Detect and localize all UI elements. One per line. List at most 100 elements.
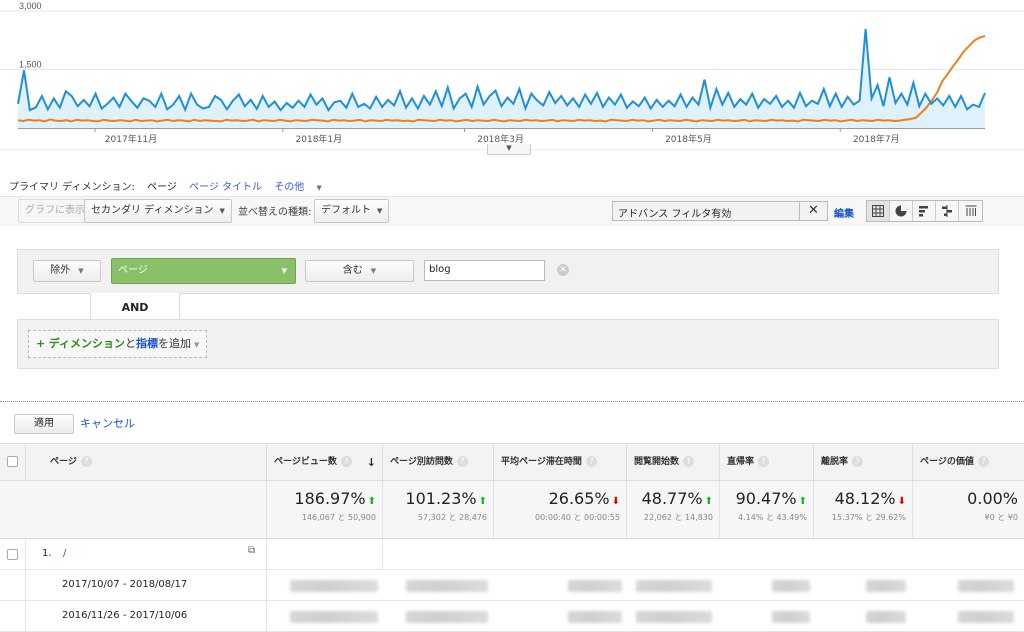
total-sub: 4.14% と 43.49% [737, 513, 807, 522]
table-row: 2016/11/26 - 2017/10/06 [0, 601, 1024, 632]
total-bounce-rate: 90.47% ⬆ 4.14% と 43.49% [720, 481, 814, 539]
header-page[interactable]: ページ? [26, 444, 267, 481]
total-sub: 146,067 と 50,900 [301, 513, 376, 522]
header-exit-rate[interactable]: 離脱率? [814, 444, 913, 481]
total-sub: 00:00:40 と 00:00:55 [535, 513, 620, 522]
blurred-value [636, 611, 712, 623]
apply-button[interactable]: 適用 [14, 414, 74, 434]
add-and-text: と [124, 337, 136, 350]
filter-dimension-select[interactable]: ページ ▼ [111, 258, 296, 284]
add-metric-text: 指標 [135, 337, 158, 350]
header-pageviews-label: ページビュー数 [274, 457, 337, 467]
total-sub: ¥0 と ¥0 [984, 513, 1018, 522]
primary-dimension-bar: プライマリ ディメンション: ページ ページ タイトル その他 ▼ [9, 178, 340, 193]
header-checkbox-cell [0, 444, 26, 481]
help-icon[interactable]: ? [758, 456, 770, 467]
total-sub: 15.37% と 29.62% [831, 513, 906, 522]
header-unique-pageviews[interactable]: ページ別訪問数? [383, 444, 494, 481]
x-tick-label: 2017年11月 [105, 133, 157, 145]
x-tick-label: 2018年7月 [853, 133, 900, 145]
table-view-icon[interactable] [867, 201, 890, 221]
blurred-value [958, 611, 1014, 623]
down-arrow-icon: ⬇ [897, 496, 906, 507]
current-series-area [18, 28, 985, 128]
pie-chart-icon[interactable] [890, 201, 913, 221]
filter-dimension-label: ページ [118, 265, 148, 276]
row-divider [0, 601, 267, 632]
secondary-dimension-select[interactable]: セカンダリ ディメンション ▼ [84, 199, 232, 223]
header-avg-time[interactable]: 平均ページ滞在時間? [494, 444, 627, 481]
secondary-dimension-label: セカンダリ ディメンション [91, 205, 214, 216]
primary-dimension-other-label: その他 [274, 182, 305, 193]
add-dimension-text: ディメンション [48, 337, 125, 350]
blurred-value [636, 580, 712, 592]
help-icon[interactable]: ? [340, 456, 352, 467]
header-exit-rate-label: 離脱率 [821, 457, 849, 467]
row-divider [0, 570, 267, 601]
total-sub: 22,062 と 14,830 [643, 513, 713, 522]
chevron-down-icon: ▼ [370, 267, 377, 275]
chevron-down-icon: ▼ [193, 341, 200, 349]
header-page-value[interactable]: ページの価値? [913, 444, 1024, 481]
plot-rows-button[interactable]: グラフに表示 [18, 199, 92, 223]
filter-value-input[interactable]: blog [424, 260, 545, 281]
filter-mode-select[interactable]: 除外 ▼ [33, 260, 101, 282]
up-arrow-icon: ⬆ [798, 496, 807, 507]
total-unique-pageviews: 101.23% ⬆ 57,302 と 28,476 [383, 481, 494, 539]
primary-dimension-other[interactable]: その他 ▼ [274, 182, 331, 193]
x-tick-label: 2018年5月 [665, 133, 712, 145]
sort-type-select[interactable]: デフォルト ▼ [314, 199, 390, 223]
help-icon[interactable]: ? [585, 456, 597, 467]
timeline-chart: 3,0001,5002017年11月 2018年1月 2018年3月 2018年5月 2… [0, 1, 1024, 150]
total-pct: 48.77% [641, 489, 703, 508]
remove-condition-icon[interactable]: ✕ [557, 264, 569, 276]
help-icon[interactable]: ? [456, 456, 468, 467]
table-row: 1. / ⧉ [0, 539, 1024, 570]
totals-row: 186.97% ⬆ 146,067 と 50,900 101.23% ⬆ 57,302 … [0, 481, 1024, 539]
blurred-value [406, 580, 488, 592]
total-pageviews: 186.97% ⬆ 146,067 と 50,900 [267, 481, 383, 539]
bar-view-icon[interactable] [913, 201, 936, 221]
header-pageviews[interactable]: ページビュー数? ↓ [267, 444, 383, 481]
blurred-value [866, 580, 906, 592]
primary-dimension-page[interactable]: ページ [147, 182, 177, 193]
up-arrow-icon: ⬆ [704, 496, 713, 507]
totals-label-cell [0, 481, 267, 539]
help-icon[interactable]: ? [977, 456, 989, 467]
total-page-value: 0.00% ¥0 と ¥0 [913, 481, 1024, 539]
view-switcher [866, 200, 983, 222]
chevron-down-icon: ▼ [281, 267, 287, 275]
edit-filter-link[interactable]: 編集 [834, 205, 854, 220]
total-pct: 26.65% [548, 489, 610, 508]
divider [0, 401, 1024, 402]
y-tick-label: 1,500 [19, 60, 42, 70]
x-tick-label: 2018年1月 [296, 133, 343, 145]
total-exit-rate: 48.12% ⬇ 15.37% と 29.62% [814, 481, 913, 539]
blurred-value [866, 611, 906, 623]
help-icon[interactable]: ? [80, 456, 92, 467]
help-icon[interactable]: ? [852, 456, 864, 467]
filter-operator-select[interactable]: 含む ▼ [305, 260, 414, 282]
header-bounce-rate-label: 直帰率 [727, 457, 755, 467]
chart-collapse-handle[interactable]: ▼ [487, 144, 531, 155]
pivot-view-icon[interactable] [959, 201, 982, 221]
blurred-value [568, 611, 622, 623]
cancel-link[interactable]: キャンセル [80, 415, 135, 431]
close-icon[interactable]: ✕ [800, 201, 828, 221]
add-dimension-metric-button[interactable]: + ディメンションと指標を追加 ▼ [28, 330, 208, 358]
row-divider [0, 539, 383, 570]
blurred-value [406, 611, 488, 623]
total-pct: 48.12% [834, 489, 896, 508]
sort-type-value: デフォルト [321, 205, 371, 216]
header-entrances[interactable]: 閲覧開始数? [627, 444, 720, 481]
y-tick-label: 3,000 [19, 1, 42, 11]
total-avg-time: 26.65% ⬇ 00:00:40 と 00:00:55 [494, 481, 627, 539]
help-icon[interactable]: ? [683, 456, 695, 467]
header-avg-time-label: 平均ページ滞在時間 [501, 457, 582, 467]
header-bounce-rate[interactable]: 直帰率? [720, 444, 814, 481]
filter-status-input[interactable]: アドバンス フィルタ有効 [612, 201, 800, 221]
header-page-label: ページ [50, 457, 77, 467]
comparison-view-icon[interactable] [936, 201, 959, 221]
select-all-checkbox[interactable] [7, 456, 18, 467]
primary-dimension-page-title[interactable]: ページ タイトル [189, 182, 262, 193]
